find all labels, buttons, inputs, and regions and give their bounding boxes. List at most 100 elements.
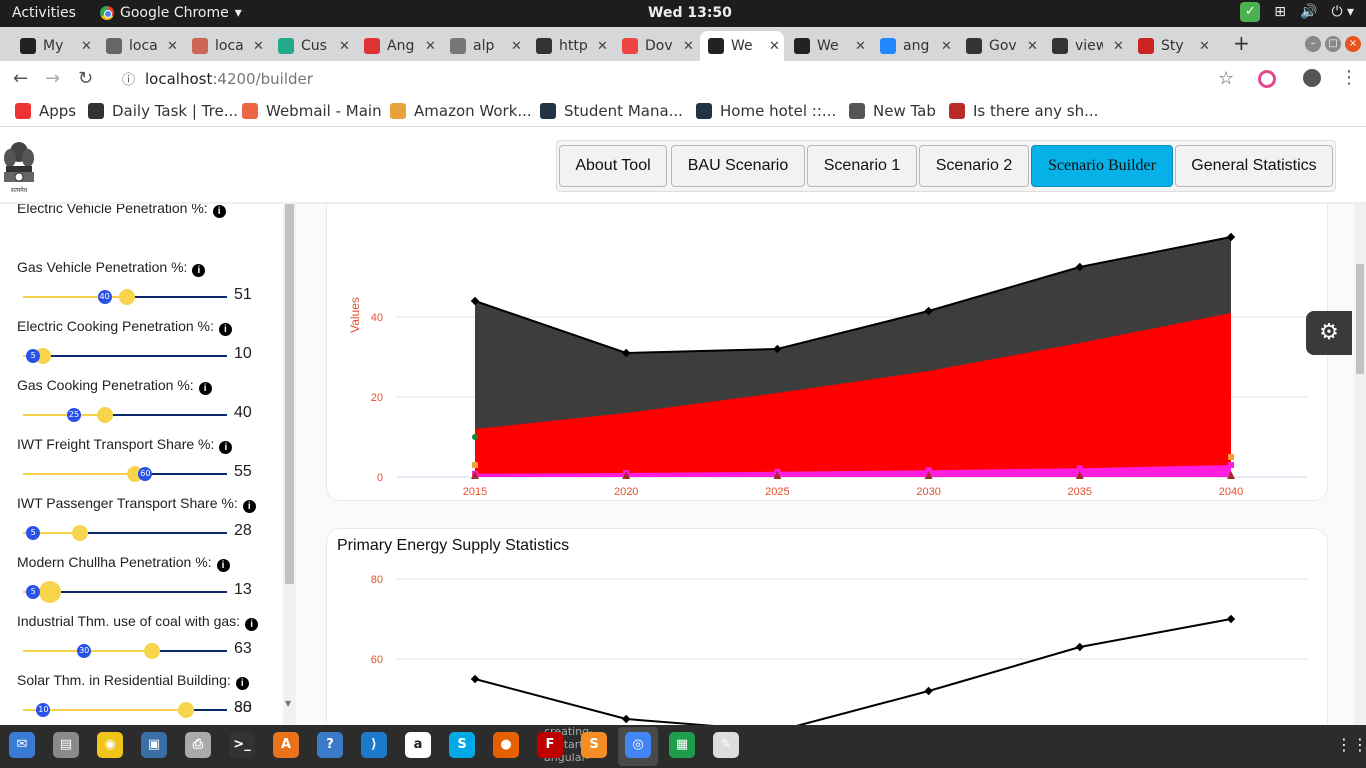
info-icon[interactable]: i — [219, 441, 233, 454]
update-check-icon[interactable]: ✓ — [1240, 2, 1261, 22]
activities-button[interactable]: Activities — [12, 5, 76, 21]
info-icon[interactable]: i — [198, 382, 212, 395]
help-icon[interactable]: ? — [317, 732, 343, 758]
software-center-icon[interactable]: A — [273, 732, 299, 758]
tab-close-icon[interactable]: ✕ — [855, 39, 866, 54]
info-icon[interactable]: i — [216, 559, 230, 572]
bookmark-item[interactable]: Webmail - Main — [242, 102, 382, 120]
info-icon[interactable]: i — [218, 323, 232, 336]
browser-tab[interactable]: http ✕ — [528, 31, 614, 61]
chrome-icon[interactable]: ◎ — [625, 732, 651, 758]
url-bar[interactable]: ⓘ localhost:4200/builder — [108, 64, 1248, 94]
browser-tab[interactable]: view ✕ — [1044, 31, 1130, 61]
files-icon[interactable]: ▤ — [53, 732, 79, 758]
browser-tab[interactable]: Dov ✕ — [614, 31, 700, 61]
volume-icon[interactable]: 🔊 — [1300, 4, 1317, 22]
tab-close-icon[interactable]: ✕ — [769, 39, 780, 54]
range-slider[interactable]: 5 — [23, 581, 227, 603]
slider-high-handle[interactable] — [119, 289, 136, 305]
info-icon[interactable]: i — [192, 264, 206, 277]
skype-icon[interactable]: S — [449, 732, 475, 758]
browser-tab[interactable]: Cus ✕ — [270, 31, 356, 61]
range-slider[interactable]: 25 — [23, 405, 227, 425]
maximize-icon[interactable]: □ — [1325, 36, 1341, 52]
bookmark-item[interactable]: Home hotel ::... — [696, 102, 836, 120]
profile-avatar-icon[interactable] — [1303, 69, 1321, 87]
info-icon[interactable]: i — [245, 618, 259, 631]
rhythmbox-icon[interactable]: ◉ — [97, 732, 123, 758]
tab-close-icon[interactable]: ✕ — [511, 39, 522, 54]
network-icon[interactable]: ⊞ — [1274, 4, 1286, 22]
tab-close-icon[interactable]: ✕ — [683, 39, 694, 54]
new-tab-button[interactable]: + — [1233, 31, 1250, 55]
bookmark-item[interactable]: Daily Task | Tre... — [88, 102, 238, 120]
bookmark-item[interactable]: Is there any sh... — [949, 102, 1098, 120]
nav-button-general-statistics[interactable]: General Statistics — [1175, 145, 1333, 187]
bookmark-item[interactable]: Student Mana... — [540, 102, 683, 120]
slider-high-handle[interactable] — [38, 581, 61, 603]
browser-tab[interactable]: loca ✕ — [184, 31, 270, 61]
nav-button-bau-scenario[interactable]: BAU Scenario — [671, 145, 805, 187]
bookmark-star-icon[interactable]: ☆ — [1218, 68, 1234, 89]
close-window-icon[interactable]: × — [1345, 36, 1361, 52]
system-tray[interactable]: ✓ ⊞ 🔊 ⏻ ▾ — [1240, 2, 1354, 22]
sublime-icon[interactable]: S — [581, 732, 607, 758]
amazon-icon[interactable]: a — [405, 732, 431, 758]
range-slider[interactable]: 30 — [23, 641, 227, 661]
vscode-icon[interactable]: ⟩ — [361, 732, 387, 758]
spreadsheet-icon[interactable]: ▦ — [669, 732, 695, 758]
browser-tab[interactable]: loca ✕ — [98, 31, 184, 61]
tab-close-icon[interactable]: ✕ — [1027, 39, 1038, 54]
range-slider[interactable]: 5 — [23, 346, 227, 366]
site-info-icon[interactable]: ⓘ — [122, 73, 135, 88]
tab-close-icon[interactable]: ✕ — [941, 39, 952, 54]
slider-low-handle[interactable]: 30 — [77, 644, 92, 658]
slider-low-handle[interactable]: 40 — [97, 290, 112, 304]
slider-low-handle[interactable]: 25 — [67, 408, 81, 422]
tab-close-icon[interactable]: ✕ — [1199, 39, 1210, 54]
bookmark-item[interactable]: Apps — [15, 102, 76, 120]
settings-gear-icon[interactable]: ⚙ — [1306, 311, 1352, 355]
filezilla-icon[interactable]: F — [537, 732, 563, 758]
slider-high-handle[interactable] — [96, 407, 113, 423]
tab-close-icon[interactable]: ✕ — [167, 39, 178, 54]
tab-close-icon[interactable]: ✕ — [253, 39, 264, 54]
minimize-icon[interactable]: – — [1305, 36, 1321, 52]
tab-close-icon[interactable]: ✕ — [1113, 39, 1124, 54]
show-applications-icon[interactable]: ⋮⋮⋮ — [1336, 736, 1366, 754]
terminal-icon[interactable]: >_ — [229, 732, 255, 758]
info-icon[interactable]: i — [212, 205, 226, 218]
scenario-sidebar[interactable]: ◀▶ ▼ Electric Vehicle Penetration %:iGas… — [0, 204, 296, 725]
slider-low-handle[interactable]: 60 — [138, 467, 153, 481]
clock[interactable]: Wed 13:50 — [648, 5, 732, 21]
firefox-icon[interactable]: ● — [493, 732, 519, 758]
bookmark-item[interactable]: New Tab — [849, 102, 936, 120]
text-editor-icon[interactable]: ✎ — [713, 732, 739, 758]
nav-button-scenario-1[interactable]: Scenario 1 — [807, 145, 917, 187]
thunderbird-icon[interactable]: ✉ — [9, 732, 35, 758]
browser-tab[interactable]: ang ✕ — [872, 31, 958, 61]
range-slider[interactable]: 5 — [23, 523, 227, 543]
reload-icon[interactable]: ↻ — [78, 68, 93, 89]
browser-tab[interactable]: We ✕ — [700, 31, 784, 61]
app-menu[interactable]: Google Chrome ▾ — [100, 5, 242, 21]
sidebar-scroll-down-icon[interactable]: ▼ — [285, 699, 291, 708]
browser-tab[interactable]: Gov ✕ — [958, 31, 1044, 61]
extension-icon[interactable] — [1258, 70, 1276, 88]
slider-high-handle[interactable] — [72, 525, 89, 541]
slider-high-handle[interactable] — [178, 702, 195, 718]
slider-high-handle[interactable] — [143, 643, 160, 659]
tab-close-icon[interactable]: ✕ — [339, 39, 350, 54]
nav-button-scenario-builder[interactable]: Scenario Builder — [1031, 145, 1173, 187]
sidebar-scrollbar[interactable] — [283, 204, 296, 725]
chrome-menu-icon[interactable]: ⋮ — [1340, 67, 1358, 88]
image-viewer-icon[interactable]: ▣ — [141, 732, 167, 758]
browser-tab[interactable]: Ang ✕ — [356, 31, 442, 61]
nav-button-scenario-2[interactable]: Scenario 2 — [919, 145, 1029, 187]
back-arrow-icon[interactable]: ← — [13, 68, 28, 89]
bookmark-item[interactable]: Amazon Work... — [390, 102, 532, 120]
browser-tab[interactable]: We ✕ — [786, 31, 872, 61]
slider-low-handle[interactable]: 10 — [36, 703, 51, 717]
browser-tab[interactable]: alp ✕ — [442, 31, 528, 61]
page-scrollbar[interactable] — [1354, 204, 1366, 725]
